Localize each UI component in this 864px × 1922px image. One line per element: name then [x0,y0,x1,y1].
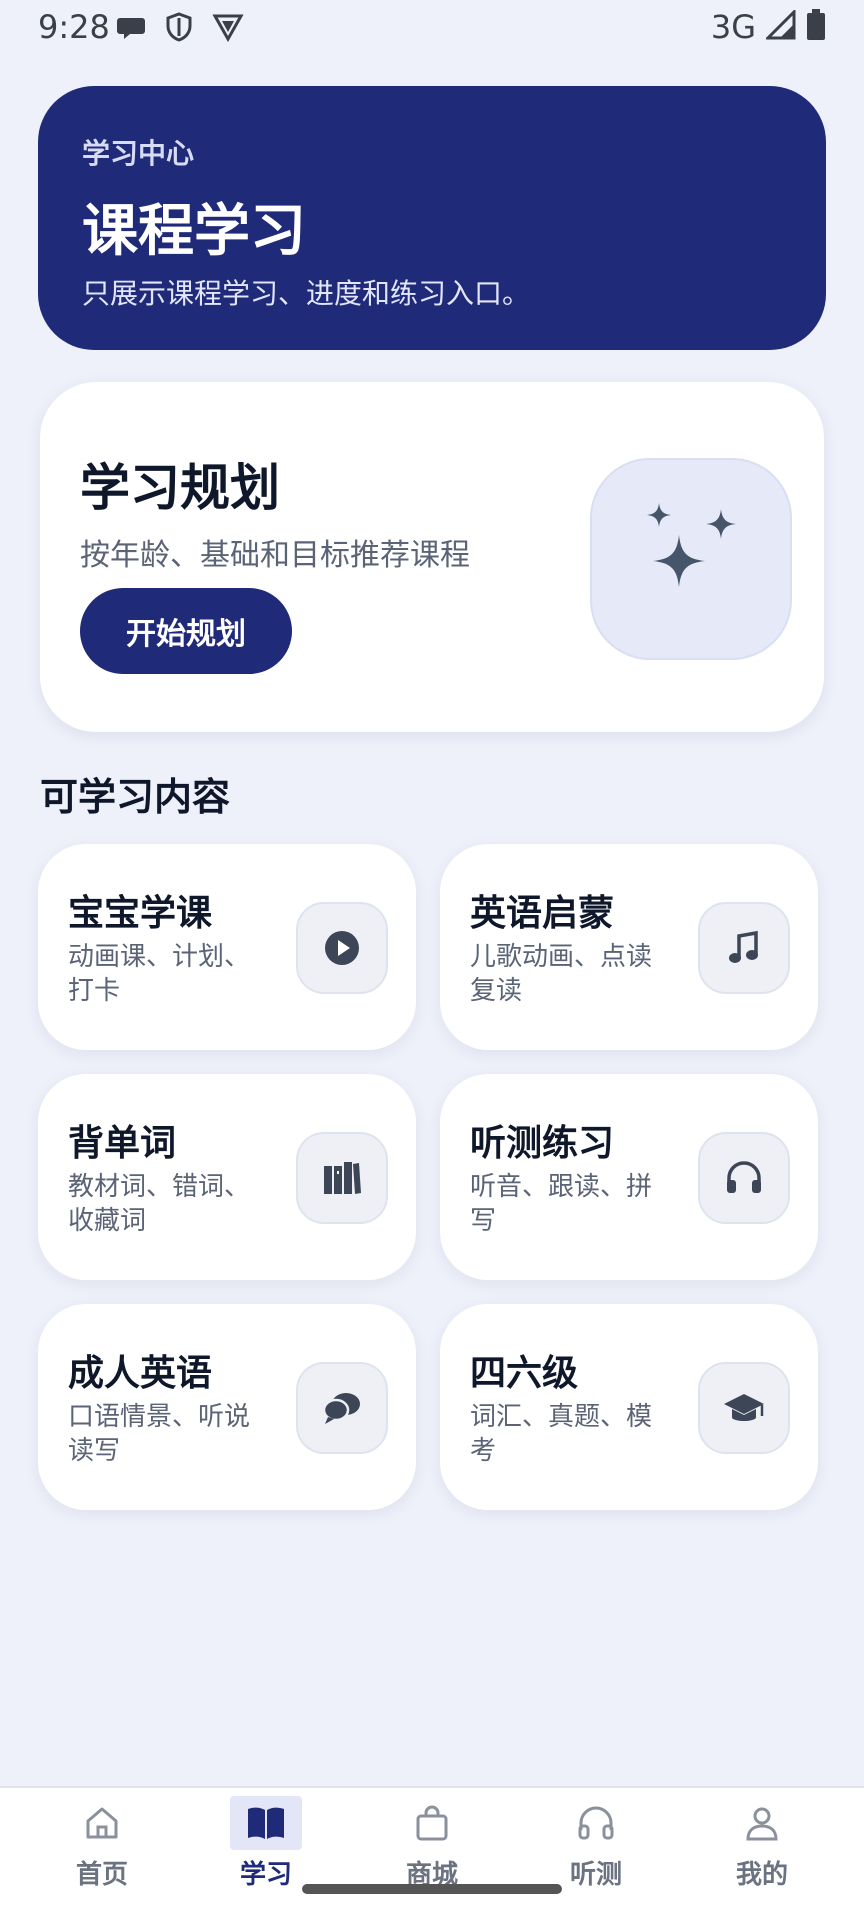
chat-bubbles-icon [296,1362,388,1454]
nav-item-home[interactable]: 首页 [16,1788,188,1922]
play-circle-icon [296,902,388,994]
tile-title: 背单词 [68,1123,177,1164]
plan-title: 学习规划 [80,459,280,517]
tile-baby-course[interactable]: 宝宝学课 动画课、计划、打卡 [38,844,416,1050]
nav-label: 我的 [735,1860,788,1890]
books-icon [296,1132,388,1224]
study-plan-card[interactable]: 学习规划 按年龄、基础和目标推荐课程 开始规划 [40,382,824,732]
nav-item-listening[interactable]: 听测 [510,1788,682,1922]
tile-desc: 儿歌动画、点读复读 [470,942,653,1006]
battery-icon [806,9,826,45]
network-type: 3G [710,8,756,46]
start-plan-button[interactable]: 开始规划 [80,588,292,674]
page-title: 课程学习 [82,199,306,264]
nav-item-study[interactable]: 学习 [180,1788,352,1922]
shield-icon [164,12,194,46]
home-icon [66,1796,138,1850]
signal-icon [764,8,796,44]
hero-banner: 学习中心 课程学习 只展示课程学习、进度和练习入口。 [38,86,826,350]
status-bar: 9:28 3G [0,0,864,60]
hero-subtitle: 只展示课程学习、进度和练习入口。 [82,277,531,310]
book-icon [230,1796,302,1850]
nav-item-mall[interactable]: 商城 [346,1788,518,1922]
tile-title: 听测练习 [470,1123,615,1164]
headphones-icon [698,1132,790,1224]
graduation-cap-icon [698,1362,790,1454]
nav-label: 首页 [75,1860,128,1890]
plan-subtitle: 按年龄、基础和目标推荐课程 [80,538,470,573]
headphones-icon [560,1796,632,1850]
tile-english-enlightenment[interactable]: 英语启蒙 儿歌动画、点读复读 [440,844,818,1050]
message-icon [116,12,146,46]
hero-kicker: 学习中心 [82,137,195,170]
status-time: 9:28 [38,8,110,46]
tile-title: 英语启蒙 [470,893,615,934]
music-note-icon [698,902,790,994]
tile-title: 宝宝学课 [68,893,213,934]
tile-adult-english[interactable]: 成人英语 口语情景、听说读写 [38,1304,416,1510]
bottom-nav: 首页 学习 商城 听测 我的 [0,1786,864,1922]
tile-desc: 动画课、计划、打卡 [68,942,251,1006]
section-title: 可学习内容 [40,775,231,819]
tile-vocabulary[interactable]: 背单词 教材词、错词、收藏词 [38,1074,416,1280]
tile-title: 成人英语 [68,1353,213,1394]
tile-desc: 口语情景、听说读写 [68,1402,251,1466]
tile-desc: 教材词、错词、收藏词 [68,1172,251,1236]
tile-title: 四六级 [470,1353,579,1394]
user-icon [726,1796,798,1850]
shopping-bag-icon [396,1796,468,1850]
tile-desc: 词汇、真题、模考 [470,1402,653,1466]
tile-desc: 听音、跟读、拼写 [470,1172,653,1236]
nav-item-profile[interactable]: 我的 [676,1788,848,1922]
home-indicator[interactable] [302,1884,562,1894]
tile-cet-4-6[interactable]: 四六级 词汇、真题、模考 [440,1304,818,1510]
sparkles-icon [590,458,792,660]
tile-listening-practice[interactable]: 听测练习 听音、跟读、拼写 [440,1074,818,1280]
vpn-icon [212,12,244,46]
